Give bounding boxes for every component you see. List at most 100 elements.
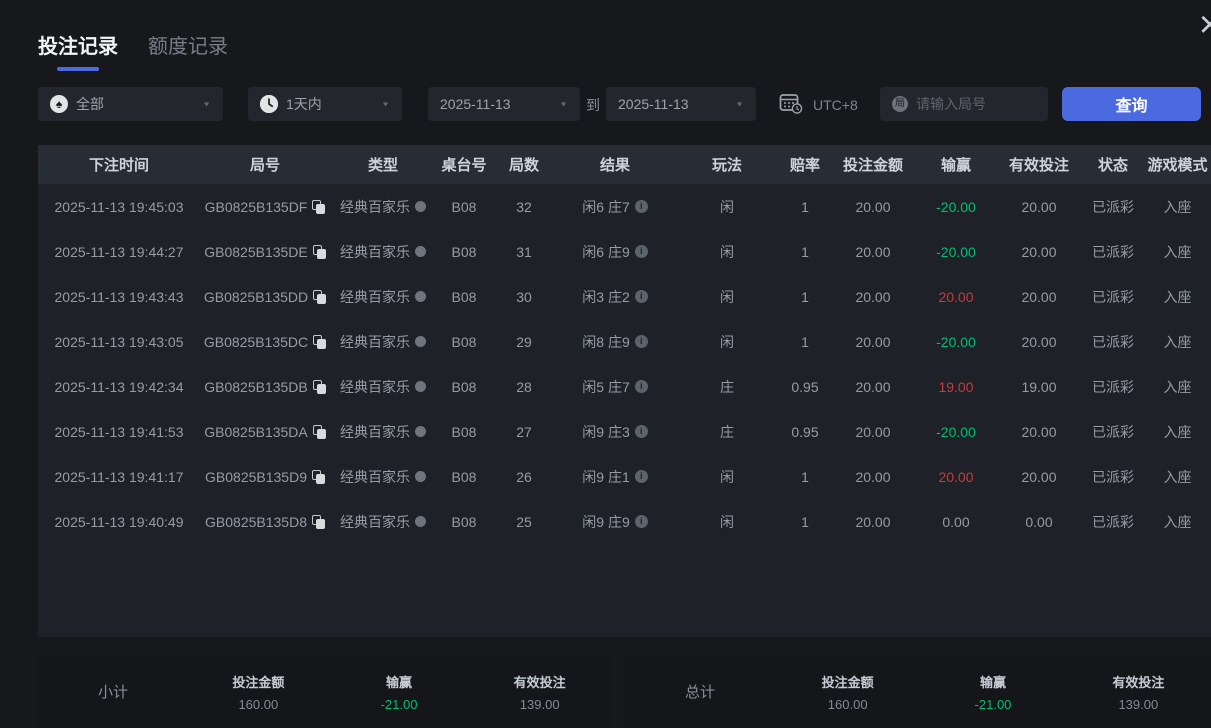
result: 闲3 庄2 i [556,287,674,307]
copy-icon[interactable] [312,244,326,259]
win-loss: -20.00 [936,423,976,440]
table-row: 2025-11-13 19:45:03 GB0825B135DF 经典百家乐 B08 3… [38,184,1211,229]
tab-bar: 投注记录 额度记录 [38,30,228,71]
copy-icon[interactable] [312,199,326,214]
copy-icon[interactable] [313,289,327,304]
table-no: B08 [451,288,477,305]
valid-bet: 0.00 [1025,513,1053,530]
date-from-value: 2025-11-13 [440,96,511,112]
total-label: 总计 [684,684,715,701]
info-icon[interactable]: i [634,290,648,303]
bet-time: 2025-11-13 19:42:34 [54,378,184,395]
odds: 1 [801,243,809,260]
tab-quota-records[interactable]: 额度记录 [148,30,228,71]
valid-bet: 20.00 [1021,288,1057,305]
date-to-picker[interactable]: 2025-11-13 ▼ [606,87,756,121]
stat-label: 有效投注 [513,674,566,690]
time-range-dropdown[interactable]: 1天内 ▼ [248,87,402,121]
round-id: GB0825B135DB [200,379,330,395]
result: 闲9 庄9 i [556,512,674,532]
win-loss: -20.00 [936,243,976,260]
valid-bet: 20.00 [1021,423,1057,440]
round-number-field: 局 [880,87,1048,121]
table-no: B08 [451,378,477,395]
round-no: 30 [516,288,532,305]
copy-icon[interactable] [312,379,326,394]
tab-bet-records[interactable]: 投注记录 [38,30,118,71]
subtotal-label: 小计 [97,684,128,701]
timezone-label: UTC+8 [813,96,858,113]
valid-bet: 20.00 [1021,333,1057,350]
table-no: B08 [451,198,477,215]
stat-label: 有效投注 [1112,674,1165,690]
subtotal-bet-amount: 投注金额 160.00 [188,672,329,712]
column-header: 局号 [249,157,280,174]
stat-label: 投注金额 [821,674,874,690]
copy-icon[interactable] [313,334,327,349]
column-header: 输赢 [940,157,971,174]
result: 闲8 庄9 i [556,332,674,352]
copy-icon[interactable] [312,424,326,439]
bet-amount: 20.00 [855,468,891,485]
info-icon[interactable]: i [634,245,648,258]
to-label: 到 [586,97,600,113]
win-loss: 19.00 [938,378,974,395]
round-id: GB0825B135DC [200,334,330,350]
valid-bet: 20.00 [1021,198,1057,215]
column-header: 状态 [1097,157,1128,174]
bet-time: 2025-11-13 19:43:05 [54,333,184,350]
valid-bet: 19.00 [1021,378,1057,395]
round-no: 31 [516,243,532,260]
info-icon[interactable]: i [634,200,648,213]
game-type-dropdown[interactable]: ♠ 全部 ▼ [38,87,223,121]
search-button[interactable]: 查询 [1062,87,1201,121]
round-id: GB0825B135DE [200,244,330,260]
round-no: 25 [516,513,532,530]
chevron-down-icon: ▼ [202,100,211,108]
game-badge-icon [415,516,426,527]
info-icon[interactable]: i [634,380,648,393]
bet-amount: 20.00 [855,378,891,395]
close-icon[interactable]: × [1199,6,1211,44]
round-no: 27 [516,423,532,440]
round-id: GB0825B135DF [200,199,330,215]
status: 已派彩 [1092,468,1134,485]
info-icon[interactable]: i [634,335,648,348]
play-type: 闲 [720,243,734,260]
play-type: 闲 [720,198,734,215]
stat-label: 输赢 [979,674,1006,690]
info-icon[interactable]: i [634,470,648,483]
round-number-input[interactable] [916,96,1026,112]
table-row: 2025-11-13 19:43:43 GB0825B135DD 经典百家乐 B08 3… [38,274,1211,319]
column-header: 赔率 [789,157,820,174]
odds: 1 [801,198,809,215]
result: 闲6 庄9 i [556,242,674,262]
column-header: 类型 [367,157,398,174]
info-icon[interactable]: i [634,515,648,528]
round-no: 28 [516,378,532,395]
date-from-picker[interactable]: 2025-11-13 ▼ [428,87,580,121]
round-id: GB0825B135DD [200,289,330,305]
bet-records-table: 下注时间 局号 类型 桌台号 局数 结果 玩法 赔率 投注金额 输赢 有效投注 状态 游戏模式 2025… [38,145,1211,637]
info-icon[interactable]: i [634,425,648,438]
odds: 1 [801,333,809,350]
table-header: 下注时间 局号 类型 桌台号 局数 结果 玩法 赔率 投注金额 输赢 有效投注 状态 游戏模式 [38,145,1211,184]
table-row: 2025-11-13 19:43:05 GB0825B135DC 经典百家乐 B08 2… [38,319,1211,364]
table-no: B08 [451,423,477,440]
stat-value: -21.00 [380,696,418,712]
bet-amount: 20.00 [855,513,891,530]
valid-bet: 20.00 [1021,243,1057,260]
round-no: 26 [516,468,532,485]
total-panel: 总计 投注金额 160.00 输赢 -21.00 有效投注 139.00 [625,655,1211,728]
game-type: 经典百家乐 [330,332,436,352]
bet-amount: 20.00 [855,288,891,305]
bet-time: 2025-11-13 19:43:43 [54,288,184,305]
copy-icon[interactable] [311,469,325,484]
subtotal-winloss: 输赢 -21.00 [329,672,470,712]
copy-icon[interactable] [311,514,325,529]
chevron-down-icon: ▼ [559,100,568,108]
bet-time: 2025-11-13 19:40:49 [54,513,184,530]
table-row: 2025-11-13 19:41:53 GB0825B135DA 经典百家乐 B08 2… [38,409,1211,454]
status: 已派彩 [1092,333,1134,350]
round-no: 29 [516,333,532,350]
